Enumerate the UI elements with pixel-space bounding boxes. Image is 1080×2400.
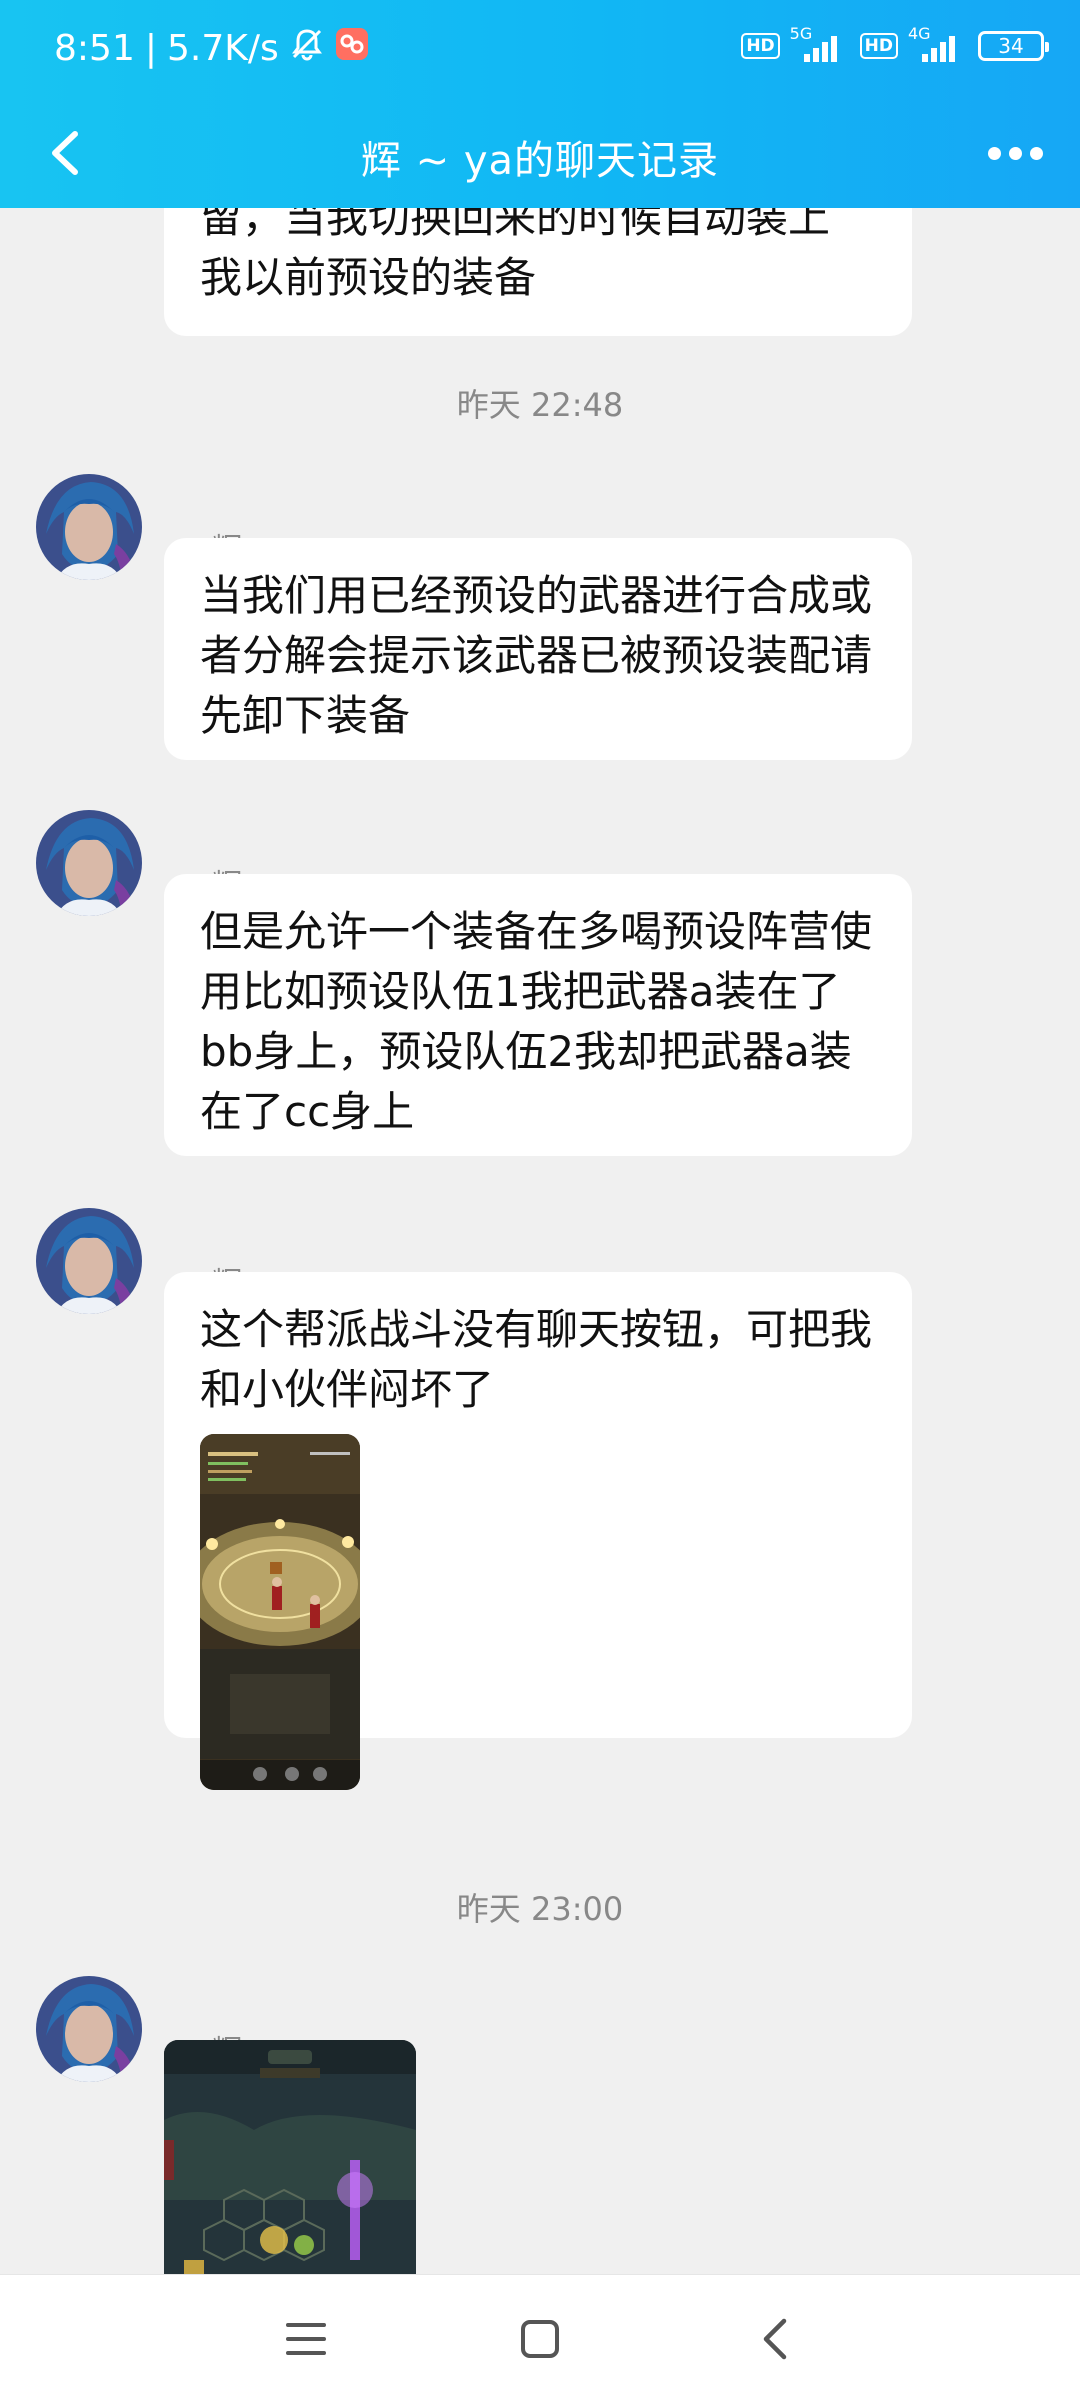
status-time: 8:51 bbox=[54, 28, 135, 69]
battery-indicator: 34 bbox=[978, 31, 1049, 61]
app-header: 8:51 | 5.7K/s HD 5G HD 4G 34 辉 ~ ya的聊天记录 bbox=[0, 0, 1080, 208]
message-bubble[interactable]: 但是允许一个装备在多喝预设阵营使用比如预设队伍1我把武器a装在了bb身上，预设队… bbox=[164, 874, 912, 1156]
hd-badge-2: HD bbox=[859, 33, 898, 59]
game-screenshot-image[interactable] bbox=[164, 2040, 416, 2274]
system-nav-bar bbox=[0, 2274, 1080, 2400]
hd-badge: HD bbox=[741, 33, 780, 59]
message-text: 这个帮派战斗没有聊天按钮，可把我和小伙伴闷坏了 bbox=[200, 1305, 873, 1414]
chat-history[interactable]: 留，当我切换回来的时候自动装上 我以前预设的装备 昨天 22:48 辉 ~ ya… bbox=[0, 208, 1080, 2274]
game-screenshot-image[interactable] bbox=[200, 1434, 360, 1790]
back-triangle-icon bbox=[763, 2318, 787, 2360]
nav-back-button[interactable] bbox=[746, 2311, 802, 2367]
status-right: HD 5G HD 4G 34 bbox=[741, 24, 1049, 64]
signal-4g-icon: 4G bbox=[908, 24, 968, 64]
message-bubble-partial: 留，当我切换回来的时候自动装上 我以前预设的装备 bbox=[164, 208, 912, 336]
avatar[interactable] bbox=[36, 474, 142, 580]
avatar[interactable] bbox=[36, 810, 142, 916]
timestamp: 昨天 22:48 bbox=[456, 386, 624, 424]
home-button[interactable] bbox=[512, 2311, 568, 2367]
home-square-icon bbox=[521, 2320, 559, 2358]
nav-bar: 辉 ~ ya的聊天记录 bbox=[0, 100, 1080, 208]
menu-button[interactable] bbox=[278, 2311, 334, 2367]
more-dots-icon bbox=[987, 146, 1001, 160]
status-bar: 8:51 | 5.7K/s HD 5G HD 4G 34 bbox=[0, 0, 1080, 100]
page-title: 辉 ~ ya的聊天记录 bbox=[360, 138, 720, 184]
status-left: 8:51 | 5.7K/s bbox=[54, 26, 369, 71]
timestamp: 昨天 23:00 bbox=[456, 1890, 624, 1928]
menu-icon bbox=[286, 2323, 326, 2355]
net-speed: 5.7K/s bbox=[166, 28, 279, 69]
avatar[interactable] bbox=[36, 1208, 142, 1314]
bell-muted-icon bbox=[289, 26, 325, 71]
avatar[interactable] bbox=[36, 1976, 142, 2082]
more-button[interactable] bbox=[980, 128, 1050, 178]
message-bubble[interactable]: 当我们用已经预设的武器进行合成或者分解会提示该武器已被预设装配请先卸下装备 bbox=[164, 538, 912, 760]
app-notification-icon bbox=[335, 27, 369, 70]
signal-5g-icon: 5G bbox=[790, 24, 850, 64]
status-separator: | bbox=[144, 28, 157, 69]
